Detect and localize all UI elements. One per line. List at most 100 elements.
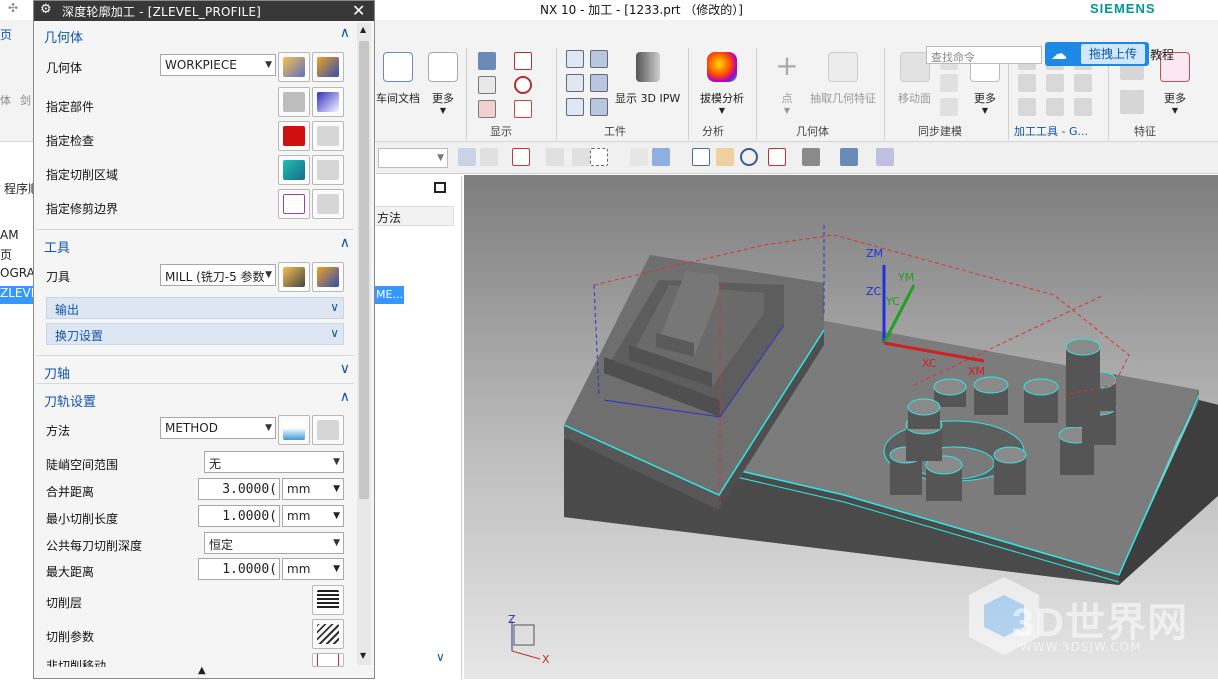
new-tool-button[interactable] <box>278 262 310 292</box>
ribbon-left-label-1[interactable]: 体 <box>0 92 11 108</box>
display-icon-5[interactable] <box>514 76 532 94</box>
select-icon[interactable] <box>512 148 530 166</box>
new-method-button[interactable] <box>278 415 310 445</box>
sync-icon-3[interactable] <box>940 98 958 116</box>
selected-operation-row[interactable]: ZLEVEL_ <box>0 286 51 304</box>
scroll-down-icon[interactable]: ▼ <box>360 651 366 660</box>
tutorial-link[interactable]: 教程 <box>1150 46 1174 63</box>
display-cut-area-button[interactable] <box>312 155 344 185</box>
geometry-select[interactable]: WORKPIECE ▼ <box>160 54 276 76</box>
new-geometry-button[interactable] <box>278 52 310 82</box>
zoom-icon[interactable] <box>716 148 734 166</box>
ipw-icon-4[interactable] <box>590 50 608 68</box>
scroll-up-icon[interactable]: ▲ <box>360 25 366 34</box>
output-subsection[interactable]: 输出 ∨ <box>46 297 344 319</box>
draft-analysis-button[interactable]: 拔模分析 ▼ <box>700 52 744 115</box>
ipw-icon-6[interactable] <box>590 98 608 116</box>
mtool-icon-5[interactable] <box>1046 74 1064 92</box>
cut-levels-button[interactable] <box>312 585 344 615</box>
layout-icon[interactable] <box>768 148 786 166</box>
display-icon-3[interactable] <box>478 100 496 118</box>
method-select[interactable]: METHOD ▼ <box>160 417 276 439</box>
section-path-settings[interactable]: 刀轨设置 ∧ <box>36 387 354 411</box>
section-tool[interactable]: 工具 ∧ <box>36 233 354 257</box>
display-check-button[interactable] <box>312 121 344 151</box>
merge-distance-unit[interactable]: mm ▼ <box>282 478 344 500</box>
dialog-scrollbar[interactable]: ▲ ▼ <box>357 23 371 665</box>
snap-grid-icon[interactable] <box>572 148 590 166</box>
steep-range-select[interactable]: 无 ▼ <box>204 451 344 473</box>
specify-part-button[interactable] <box>278 87 310 117</box>
display-icon-1[interactable] <box>478 52 496 70</box>
chevron-down-icon: ▼ <box>1171 106 1179 115</box>
expand-more-icon[interactable]: ▲ <box>198 665 206 676</box>
display-icon-6[interactable] <box>514 100 532 118</box>
mtool-icon-3[interactable] <box>1018 98 1036 116</box>
sync-icon-2[interactable] <box>940 74 958 92</box>
ipw-icon-5[interactable] <box>590 74 608 92</box>
extract-geometry-button[interactable]: 抽取几何特征 <box>810 52 876 106</box>
ipw-icon-3[interactable] <box>566 98 584 116</box>
filter-combo[interactable]: ▼ <box>378 148 448 168</box>
show-3d-ipw-button[interactable]: 显示 3D IPW <box>615 52 680 106</box>
render-style-icon[interactable] <box>802 148 820 166</box>
cut-params-button[interactable] <box>312 619 344 649</box>
cube-blue-icon[interactable] <box>652 148 670 166</box>
display-part-button[interactable] <box>312 87 344 117</box>
section-tool-axis[interactable]: 刀轴 ∨ <box>36 359 354 383</box>
method-column-header[interactable]: 方法 <box>374 206 454 226</box>
scroll-thumb[interactable] <box>359 41 369 499</box>
navigator-row[interactable]: OGRA <box>0 266 36 280</box>
more-button-1[interactable]: 更多 ▼ <box>428 52 458 115</box>
display-icon-4[interactable] <box>514 52 532 70</box>
display-trim-button[interactable] <box>312 189 344 219</box>
visibility-icon[interactable] <box>876 148 894 166</box>
gear-icon[interactable]: ⚙ <box>40 2 52 17</box>
maximize-icon[interactable] <box>434 182 446 193</box>
non-cut-moves-button[interactable] <box>312 653 344 667</box>
mtool-icon-2[interactable] <box>1018 74 1036 92</box>
max-distance-input[interactable]: 1.0000( <box>198 558 280 580</box>
max-distance-unit[interactable]: mm ▼ <box>282 558 344 580</box>
feature-icon-2[interactable] <box>1120 90 1144 114</box>
navigator-scroll-down-icon[interactable]: ∨ <box>436 650 445 664</box>
command-search-input[interactable]: 查找命令 <box>926 46 1042 64</box>
upload-button[interactable]: ☁ 拖拽上传 <box>1045 42 1149 66</box>
cube-gray-icon[interactable] <box>630 148 648 166</box>
specify-cut-area-button[interactable] <box>278 155 310 185</box>
merge-distance-input[interactable]: 3.0000( <box>198 478 280 500</box>
section-geometry[interactable]: 几何体 ∧ <box>36 23 354 47</box>
specify-trim-button[interactable] <box>278 189 310 219</box>
mtool-icon-6[interactable] <box>1046 98 1064 116</box>
edit-tool-button[interactable] <box>312 262 344 292</box>
edit-method-button[interactable] <box>312 415 344 445</box>
mtool-icon-9[interactable] <box>1074 98 1092 116</box>
axis-label-zm: ZM <box>866 247 883 260</box>
common-depth-select[interactable]: 恒定 ▼ <box>204 532 344 554</box>
selected-operation-method[interactable]: ME... <box>374 286 404 304</box>
shop-doc-button[interactable]: 车间文档 <box>376 52 420 106</box>
view-orient-icon[interactable] <box>840 148 858 166</box>
display-icon-2[interactable] <box>478 76 496 94</box>
specify-check-button[interactable] <box>278 121 310 151</box>
ipw-icon-1[interactable] <box>566 50 584 68</box>
mtool-icon-8[interactable] <box>1074 74 1092 92</box>
tab-home-partial[interactable]: 页 <box>0 26 12 43</box>
min-cut-length-input[interactable]: 1.0000( <box>198 505 280 527</box>
rotate-icon[interactable] <box>740 148 758 166</box>
edit-geometry-button[interactable] <box>312 52 344 82</box>
close-icon[interactable]: ✕ <box>352 1 365 20</box>
snap-icon[interactable] <box>480 148 498 166</box>
ipw-icon-2[interactable] <box>566 74 584 92</box>
navigator-row[interactable]: 页 <box>0 246 36 263</box>
box-select-icon[interactable] <box>590 148 608 166</box>
point-snap-icon[interactable] <box>546 148 564 166</box>
filter-icon[interactable] <box>458 148 476 166</box>
navigator-row[interactable]: AM <box>0 228 36 242</box>
min-cut-length-unit[interactable]: mm ▼ <box>282 505 344 527</box>
fit-view-icon[interactable] <box>692 148 710 166</box>
point-button[interactable]: + 点 ▼ <box>772 52 802 116</box>
tool-change-subsection[interactable]: 换刀设置 ∨ <box>46 323 344 345</box>
tool-select[interactable]: MILL (铣刀-5 参数 ▼ <box>160 264 276 286</box>
ribbon-left-label-2[interactable]: 剑 <box>20 92 31 108</box>
